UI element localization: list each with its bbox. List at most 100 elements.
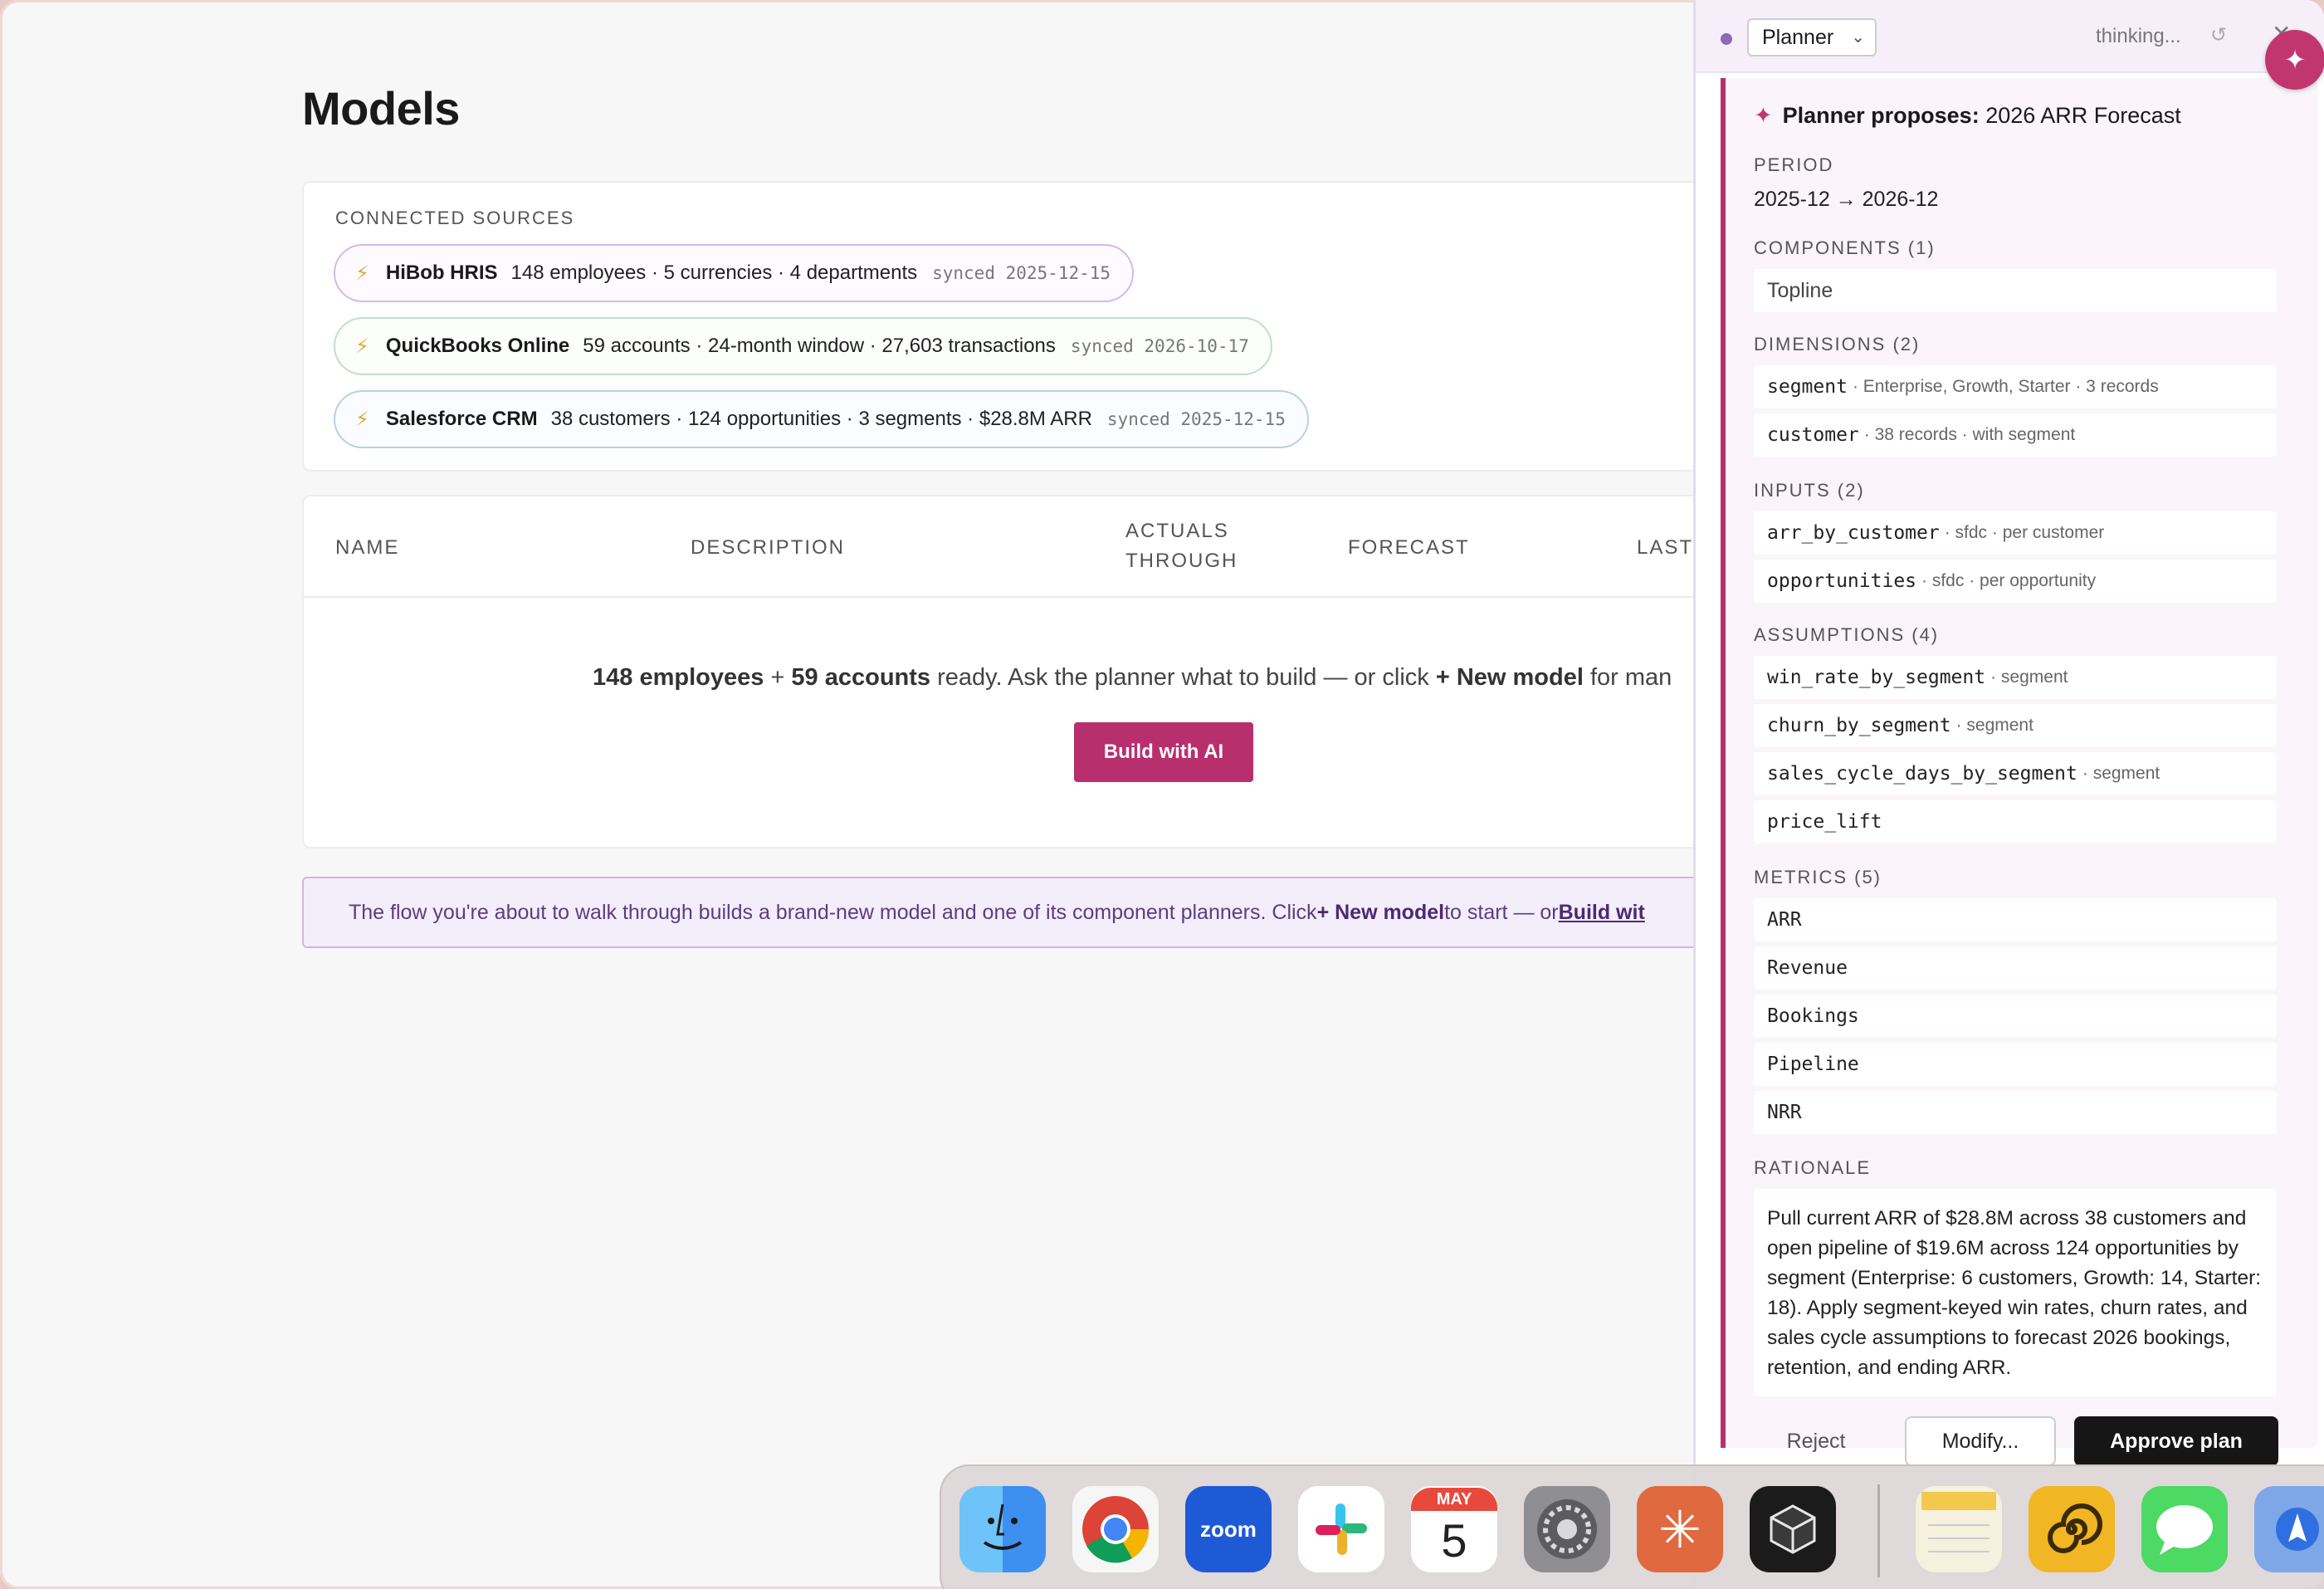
approve-plan-button[interactable]: Approve plan <box>2074 1416 2278 1466</box>
source-details: 59 accounts · 24-month window · 27,603 t… <box>583 335 1056 357</box>
assumption-code: price_lift <box>1767 811 1882 833</box>
claude-icon[interactable]: ✳ <box>1637 1486 1723 1572</box>
empty-state-message: 148 employees + 59 accounts ready. Ask t… <box>593 664 1672 692</box>
status-text: thinking... <box>2096 25 2181 47</box>
maps-icon[interactable] <box>2254 1486 2324 1572</box>
chrome-icon[interactable] <box>1072 1486 1159 1572</box>
dimension-meta: · 38 records · with segment <box>1863 425 2076 444</box>
info-banner: The flow you're about to walk through bu… <box>302 877 1697 948</box>
empty-tail: for man <box>1583 664 1672 691</box>
finder-face-icon <box>983 1503 1023 1550</box>
calendar-day: 5 <box>1441 1514 1467 1567</box>
source-synced: synced 2025-12-15 <box>1106 409 1286 429</box>
rationale-label: RATIONALE <box>1754 1157 1872 1178</box>
proposal-actions: Reject Modify... Approve plan <box>1754 1416 2293 1466</box>
banner-build-link[interactable]: Build wit <box>1559 901 1645 925</box>
sparkle-icon: ✦ <box>2283 45 2307 75</box>
system-settings-icon[interactable] <box>1524 1486 1610 1572</box>
macos-dock: zoom MAY 5 ✳ <box>940 1464 2324 1589</box>
column-description[interactable]: DESCRIPTION <box>691 533 845 563</box>
models-table: NAME DESCRIPTION ACTUALS THROUGH FORECAS… <box>302 495 1697 848</box>
employees-count: 148 employees <box>593 664 764 691</box>
period-label: PERIOD <box>1754 154 1834 175</box>
metric-name: Revenue <box>1767 957 1848 979</box>
dock-separator <box>1877 1484 1880 1577</box>
zoom-icon[interactable]: zoom <box>1185 1486 1272 1572</box>
modify-button[interactable]: Modify... <box>1905 1416 2056 1466</box>
source-pill-quickbooks[interactable]: ⚡ QuickBooks Online 59 accounts · 24-mon… <box>334 317 1272 375</box>
assumption-code: win_rate_by_segment <box>1767 667 1986 688</box>
metric-row: NRR <box>1754 1091 2277 1134</box>
status-dot-icon <box>1721 33 1732 45</box>
page-title: Models <box>302 82 460 134</box>
source-pill-salesforce[interactable]: ⚡ Salesforce CRM 38 customers · 124 oppo… <box>334 390 1309 448</box>
inputs-label: INPUTS (2) <box>1754 480 1865 501</box>
banner-text-2: to start — or <box>1444 900 1559 924</box>
table-header: NAME DESCRIPTION ACTUALS THROUGH FORECAS… <box>304 496 1697 598</box>
planner-select[interactable]: Planner ⌄ <box>1747 18 1877 56</box>
dimensions-label: DIMENSIONS (2) <box>1754 334 1921 354</box>
metric-row: ARR <box>1754 898 2277 941</box>
input-code: opportunities <box>1767 570 1917 592</box>
planner-select-value: Planner <box>1762 25 1834 49</box>
column-forecast[interactable]: FORECAST <box>1348 533 1470 563</box>
reject-button[interactable]: Reject <box>1754 1416 1878 1466</box>
components-label: COMPONENTS (1) <box>1754 237 1936 258</box>
input-code: arr_by_customer <box>1767 522 1940 544</box>
build-with-ai-button[interactable]: Build with AI <box>1074 722 1253 782</box>
bolt-icon: ⚡ <box>355 408 369 431</box>
dimension-code: customer <box>1767 424 1859 446</box>
proposal-heading: ✦ Planner proposes: 2026 ARR Forecast <box>1754 103 2181 129</box>
source-synced: synced 2025-12-15 <box>932 263 1111 283</box>
metric-name: Pipeline <box>1767 1054 1859 1075</box>
column-actuals-through[interactable]: ACTUALS THROUGH <box>1125 516 1238 576</box>
source-name: HiBob HRIS <box>385 262 498 284</box>
sources-label: CONNECTED SOURCES <box>335 208 575 228</box>
source-name: QuickBooks Online <box>385 335 570 357</box>
metric-row: Revenue <box>1754 946 2277 990</box>
column-last[interactable]: LAST <box>1637 533 1693 563</box>
source-details: 148 employees · 5 currencies · 4 departm… <box>510 262 918 284</box>
plan-proposal: ✦ Planner proposes: 2026 ARR Forecast PER… <box>1721 78 2318 1466</box>
finder-icon[interactable] <box>959 1486 1046 1572</box>
assumption-code: sales_cycle_days_by_segment <box>1767 763 2077 785</box>
banner-new-model: + New model <box>1316 900 1445 924</box>
assumption-meta: · segment <box>2082 764 2160 783</box>
period-value: 2025-12 → 2026-12 <box>1754 188 1939 211</box>
input-row: opportunities · sfdc · per opportunity <box>1754 560 2277 603</box>
component-row: Topline <box>1754 269 2277 312</box>
cube-icon <box>1770 1504 1816 1554</box>
spiral-app-icon[interactable] <box>2029 1486 2115 1572</box>
planner-panel: Planner ⌄ thinking... ↺ ✕ ✦ Planner propo… <box>1693 0 2324 1589</box>
assumption-meta: · segment <box>1955 716 2034 735</box>
component-name: Topline <box>1767 278 1833 302</box>
refresh-icon[interactable]: ↺ <box>2210 23 2227 47</box>
spiral-icon <box>2048 1503 2102 1553</box>
metric-name: Bookings <box>1767 1005 1859 1027</box>
source-pill-hibob[interactable]: ⚡ HiBob HRIS 148 employees · 5 currencie… <box>334 244 1135 302</box>
proposal-heading-bold: Planner proposes: <box>1782 103 1980 128</box>
source-details: 38 customers · 124 opportunities · 3 seg… <box>550 408 1092 430</box>
calendar-icon[interactable]: MAY 5 <box>1411 1486 1497 1572</box>
dimension-row: customer · 38 records · with segment <box>1754 413 2277 457</box>
source-name: Salesforce CRM <box>385 408 538 430</box>
cursor-icon[interactable] <box>1750 1486 1836 1572</box>
connected-sources-card: CONNECTED SOURCES ⚡ HiBob HRIS 148 emplo… <box>302 181 1697 472</box>
chrome-logo-icon <box>1082 1496 1150 1563</box>
input-meta: · sfdc · per opportunity <box>1921 571 2097 590</box>
notes-icon[interactable] <box>1916 1486 2002 1572</box>
panel-header: Planner ⌄ thinking... ↺ ✕ <box>1696 0 2324 73</box>
new-model-text: + New model <box>1435 664 1584 691</box>
bolt-icon: ⚡ <box>355 262 369 285</box>
app-window: Models CONNECTED SOURCES ⚡ HiBob HRIS 14… <box>0 0 2324 1589</box>
notes-lines-icon <box>1921 1492 1996 1552</box>
gear-icon <box>1537 1499 1597 1559</box>
sparkle-icon: ✦ <box>1754 103 1773 128</box>
ai-assistant-button[interactable]: ✦ <box>2265 30 2324 90</box>
speech-bubble-icon <box>2156 1505 2213 1555</box>
banner-text: The flow you're about to walk through bu… <box>349 900 1317 924</box>
slack-icon[interactable] <box>1298 1486 1384 1572</box>
messages-icon[interactable] <box>2141 1486 2228 1572</box>
column-name[interactable]: NAME <box>335 533 399 563</box>
bolt-icon: ⚡ <box>355 335 369 358</box>
